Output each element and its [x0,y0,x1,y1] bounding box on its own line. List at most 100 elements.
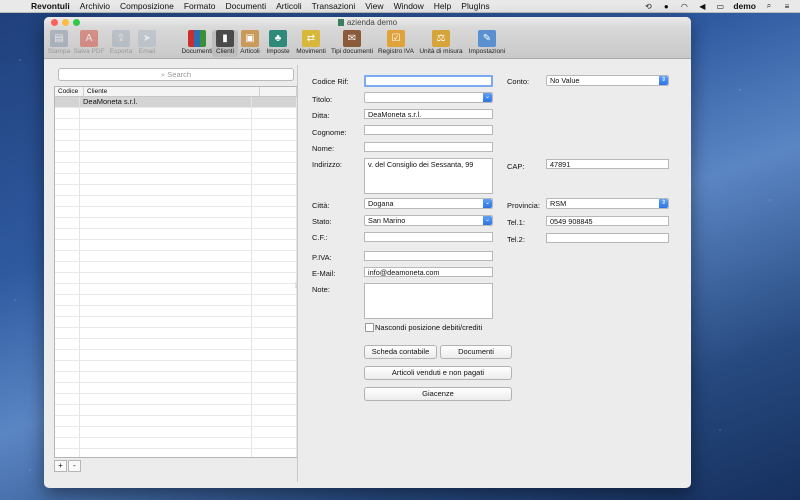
notification-center-icon[interactable]: ≡ [782,2,792,11]
menu-articoli[interactable]: Articoli [271,1,307,11]
split-handle-icon[interactable]: ⁞ [295,283,297,290]
table-row-empty [55,119,297,130]
table-row-empty [55,262,297,273]
menu-transazioni[interactable]: Transazioni [307,1,361,11]
menu-plugins[interactable]: PlugIns [456,1,494,11]
documenti-button[interactable]: Documenti [440,345,512,359]
table-row-empty [55,350,297,361]
label-citta: Città: [312,201,330,210]
toolbar-email[interactable]: ➤ Email [132,30,162,55]
toolbar-unita-misura[interactable]: ⚖ Unità di misura [418,30,464,55]
table-row-empty [55,185,297,196]
notification-icon[interactable]: ● [661,2,671,11]
label-provincia: Provincia: [507,201,540,210]
indirizzo-field[interactable]: v. del Consiglio dei Sessanta, 99 [364,158,493,194]
cf-field[interactable] [364,232,493,242]
menu-archivio[interactable]: Archivio [75,1,115,11]
nascondi-checkbox[interactable] [365,323,374,332]
giacenze-button[interactable]: Giacenze [364,387,512,401]
cell-codice [55,97,80,107]
menu-window[interactable]: Window [389,1,429,11]
menu-formato[interactable]: Formato [179,1,221,11]
chevron-down-icon: ⌄ [483,93,492,102]
tel2-field[interactable] [546,233,669,243]
cognome-field[interactable] [364,125,493,135]
toolbar-label: Imposte [266,48,290,55]
table-row-empty [55,273,297,284]
email-field[interactable]: info@deamoneta.com [364,267,493,277]
table-row-empty [55,229,297,240]
stato-select[interactable]: San Marino ⌄ [364,215,493,226]
toolbar-label: Documenti [181,48,213,55]
toolbar-registro-iva[interactable]: ☑ Registro IVA [376,30,416,55]
table-row-empty [55,438,297,449]
conto-value: No Value [550,76,580,85]
remove-customer-button[interactable]: - [68,460,81,472]
table-row[interactable]: DeaMoneta s.r.l. [55,97,297,108]
toolbar-impostazioni[interactable]: ✎ Impostazioni [466,30,508,55]
label-cf: C.F.: [312,233,328,242]
table-row-empty [55,449,297,457]
table-row-empty [55,295,297,306]
column-header-codice[interactable]: Codice [55,87,84,96]
titolo-select[interactable]: ⌄ [364,92,493,103]
document-types-icon: ✉ [343,30,361,47]
toolbar-label: Stampa [47,48,71,55]
spotlight-icon[interactable]: ⌕ [764,1,774,11]
toolbar: ▤ Stampa A Salva PDF ⇪ Esporta ➤ Email D… [44,28,691,59]
piva-field[interactable] [364,251,493,261]
codice-rif-field[interactable] [364,75,493,87]
battery-icon[interactable]: ▭ [715,2,725,11]
table-row-empty [55,251,297,262]
label-conto: Conto: [507,77,530,86]
toolbar-label: Email [138,48,156,55]
toolbar-salva-pdf[interactable]: A Salva PDF [73,30,105,55]
table-header: Codice Cliente [55,87,297,97]
time-machine-icon[interactable]: ⟲ [643,2,653,11]
table-row-empty [55,394,297,405]
label-titolo: Titolo: [312,95,333,104]
column-header-cliente[interactable]: Cliente [84,87,260,96]
chevron-updown-icon: ⇕ [659,76,668,85]
toolbar-clienti[interactable]: ▮ Clienti [212,30,238,57]
chevron-updown-icon: ⇕ [659,199,668,208]
citta-select[interactable]: Dogana ⌄ [364,198,493,209]
nome-field[interactable] [364,142,493,152]
split-divider[interactable] [297,65,298,482]
label-note: Note: [312,285,330,294]
toolbar-stampa[interactable]: ▤ Stampa [44,30,74,55]
toolbar-documenti[interactable]: Documenti [181,30,213,55]
table-row-empty [55,405,297,416]
menu-app[interactable]: Revontuli [26,1,75,11]
label-nascondi: Nascondi posizione debiti/crediti [375,323,483,332]
menu-view[interactable]: View [360,1,388,11]
menu-documenti[interactable]: Documenti [221,1,272,11]
label-codice-rif: Codice Rif: [312,77,349,86]
toolbar-label: Registro IVA [377,48,414,55]
menu-user[interactable]: demo [733,1,756,11]
table-row-empty [55,427,297,438]
menu-bar: Revontuli Archivio Composizione Formato … [0,0,800,13]
movements-icon: ⇄ [302,30,320,47]
toolbar-tipi-documenti[interactable]: ✉ Tipi documenti [330,30,374,55]
menu-help[interactable]: Help [429,1,456,11]
conto-select[interactable]: No Value ⇕ [546,75,669,86]
toolbar-imposte[interactable]: ♣ Imposte [263,30,293,55]
provincia-select[interactable]: RSM ⇕ [546,198,669,209]
note-field[interactable] [364,283,493,319]
search-input[interactable]: ⌕ Search [58,68,294,81]
title-bar: azienda demo [44,17,691,28]
add-customer-button[interactable]: + [54,460,67,472]
menu-composizione[interactable]: Composizione [115,1,179,11]
customer-table[interactable]: Codice Cliente DeaMoneta s.r.l. [54,86,298,458]
wifi-icon[interactable]: ◠ [679,2,689,11]
toolbar-movimenti[interactable]: ⇄ Movimenti [294,30,328,55]
toolbar-articoli[interactable]: ▣ Articoli [237,30,263,55]
cap-field[interactable]: 47891 [546,159,669,169]
provincia-value: RSM [550,199,567,208]
articoli-venduti-button[interactable]: Articoli venduti e non pagati [364,366,512,380]
volume-icon[interactable]: ◀ [697,2,707,11]
tel1-field[interactable]: 0549 908845 [546,216,669,226]
ditta-field[interactable]: DeaMoneta s.r.l. [364,109,493,119]
scheda-contabile-button[interactable]: Scheda contabile [364,345,437,359]
